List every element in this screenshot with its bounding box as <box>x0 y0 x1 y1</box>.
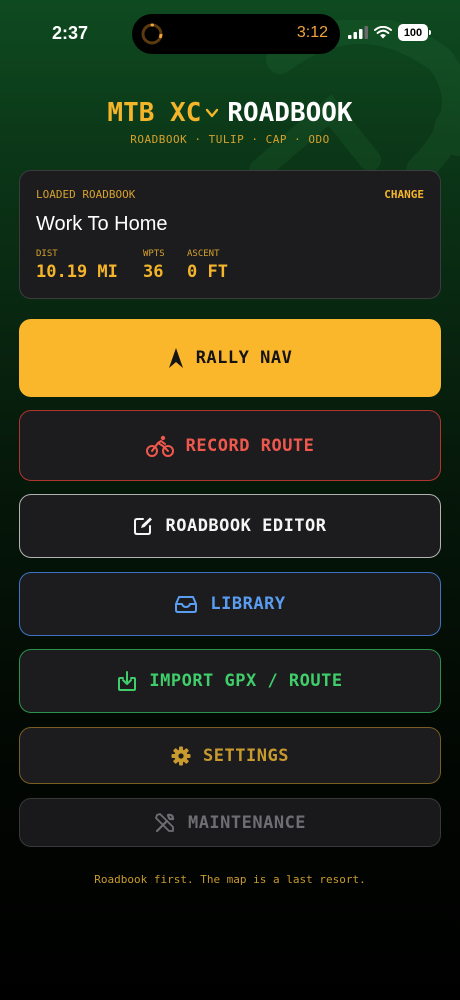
loaded-roadbook-label: LOADED ROADBOOK <box>36 188 136 201</box>
loaded-roadbook-card: LOADED ROADBOOK CHANGE Work To Home DIST… <box>19 170 441 299</box>
roadbook-editor-label: ROADBOOK EDITOR <box>165 516 327 536</box>
inbox-tray-icon <box>175 596 198 613</box>
app-title: MTB XC ROADBOOK <box>0 98 460 128</box>
wifi-icon <box>374 26 392 39</box>
timer-ring-icon <box>141 23 163 45</box>
maintenance-button[interactable]: MAINTENANCE <box>19 798 441 847</box>
maintenance-label: MAINTENANCE <box>187 812 307 833</box>
status-time: 2:37 <box>52 23 89 43</box>
record-route-label: RECORD ROUTE <box>185 435 315 456</box>
gear-icon <box>171 746 191 765</box>
mode-selector-label[interactable]: MTB XC <box>107 98 201 128</box>
change-roadbook-button[interactable]: CHANGE <box>384 188 424 201</box>
stat-distance: DIST 10.19 MI <box>36 249 118 282</box>
import-gpx-route-button[interactable]: IMPORT GPX / ROUTE <box>19 649 441 713</box>
app-subtitle: ROADBOOK · TULIP · CAP · ODO <box>130 133 330 146</box>
download-tray-icon <box>118 671 137 691</box>
stat-value: 10.19 MI <box>36 262 118 282</box>
status-bar: 2:37 3:12 100 <box>0 0 460 66</box>
chevron-down-icon[interactable] <box>205 106 219 120</box>
rally-nav-label: RALLY NAV <box>195 348 293 368</box>
import-gpx-route-label: IMPORT GPX / ROUTE <box>149 671 343 691</box>
footer-tagline: Roadbook first. The map is a last resort… <box>94 873 366 886</box>
dynamic-island[interactable]: 3:12 <box>132 14 340 54</box>
stat-waypoints: WPTS 36 <box>143 249 165 282</box>
island-timer: 3:12 <box>296 24 328 41</box>
settings-label: SETTINGS <box>203 745 289 766</box>
status-icons: 100 <box>348 24 431 41</box>
stat-label: DIST <box>36 249 58 259</box>
stat-label: WPTS <box>143 249 165 259</box>
wrench-screwdriver-icon <box>155 812 175 832</box>
record-route-button[interactable]: RECORD ROUTE <box>19 410 441 481</box>
library-button[interactable]: LIBRARY <box>19 572 441 636</box>
stat-ascent: ASCENT 0 FT <box>187 249 228 282</box>
rally-nav-button[interactable]: RALLY NAV <box>19 319 441 397</box>
app-name: ROADBOOK <box>227 98 353 128</box>
stat-label: ASCENT <box>187 249 220 259</box>
edit-icon <box>134 517 153 535</box>
route-name: Work To Home <box>36 213 168 235</box>
stat-value: 0 FT <box>187 262 228 282</box>
library-label: LIBRARY <box>210 594 286 614</box>
stat-value: 36 <box>143 262 164 282</box>
cyclist-icon <box>145 435 174 457</box>
battery-icon: 100 <box>398 24 431 41</box>
settings-button[interactable]: SETTINGS <box>19 727 441 784</box>
navigation-arrow-icon <box>168 348 183 368</box>
signal-icon <box>348 26 368 39</box>
roadbook-editor-button[interactable]: ROADBOOK EDITOR <box>19 494 441 558</box>
